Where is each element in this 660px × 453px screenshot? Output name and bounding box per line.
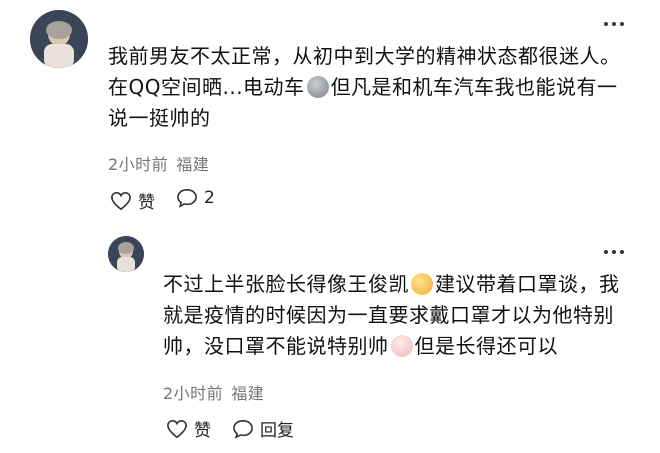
avatar-image	[108, 236, 144, 272]
comment-text-part: 不过上半张脸长得像王俊凯	[163, 272, 409, 296]
like-label: 赞	[194, 421, 211, 441]
like-label: 赞	[138, 193, 155, 213]
like-button[interactable]: 赞	[110, 188, 155, 213]
more-options-icon[interactable]	[604, 22, 624, 26]
heart-icon	[167, 419, 187, 438]
comment-bubble-icon	[177, 188, 197, 208]
comment-bubble-icon	[233, 419, 253, 439]
more-options-icon[interactable]	[604, 250, 624, 254]
like-button[interactable]: 赞	[166, 416, 211, 441]
money-face-emoji	[306, 76, 329, 98]
comment-time: 2小时前	[163, 384, 224, 403]
avatar-image	[30, 10, 88, 68]
reply-label: 回复	[260, 421, 294, 441]
reply-button[interactable]: 回复	[232, 416, 294, 441]
comment-text-part: 但是长得还可以	[414, 334, 558, 358]
comment-text: 不过上半张脸长得像王俊凯 建议带着口罩谈，我就是疫情的时候因为一直要求戴口罩才以为…	[163, 269, 628, 362]
comment-time: 2小时前	[108, 155, 169, 174]
comment-location: 福建	[231, 384, 265, 403]
smile-emoji	[411, 273, 433, 295]
reply-button[interactable]: 2	[176, 188, 215, 208]
avatar[interactable]	[108, 236, 144, 272]
crying-laughing-emoji	[390, 335, 413, 357]
heart-icon	[111, 191, 131, 210]
reply-count: 2	[204, 188, 215, 208]
comment-location: 福建	[176, 155, 210, 174]
avatar[interactable]	[30, 10, 88, 68]
comment-meta: 2小时前 福建	[163, 380, 272, 404]
comment-meta: 2小时前 福建	[108, 151, 217, 175]
comment-text: 我前男友不太正常，从初中到大学的精神状态都很迷人。在QQ空间晒...电动车 但凡是…	[108, 41, 628, 134]
